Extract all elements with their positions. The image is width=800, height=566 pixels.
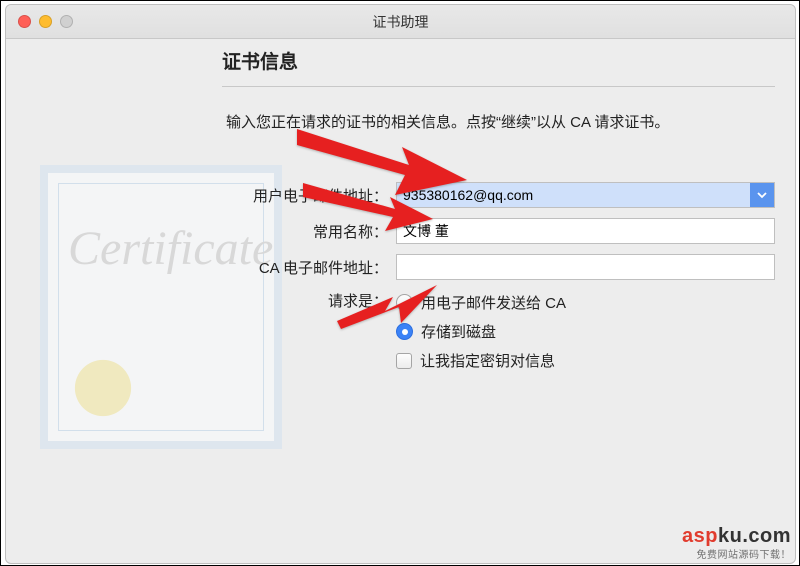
content-area: 证书信息 输入您正在请求的证书的相关信息。点按“继续”以从 CA 请求证书。 用… (222, 47, 775, 543)
arrow-annotation-3 (337, 281, 437, 329)
label-ca-email: CA 电子邮件地址： (222, 257, 396, 278)
arrow-annotation-2 (303, 183, 433, 231)
watermark-sub: 免费网站源码下载！ (682, 546, 791, 561)
combobox-chevron-button[interactable] (750, 183, 774, 207)
watermark-brand-c: .com (742, 525, 791, 547)
choice-specify-keypair[interactable]: 让我指定密钥对信息 (396, 350, 566, 371)
watermark: aspku.com 免费网站源码下载！ (682, 525, 791, 561)
page-heading: 证书信息 (222, 47, 775, 74)
common-name-input[interactable] (396, 218, 775, 244)
certificate-seal-icon (66, 351, 140, 425)
row-ca-email: CA 电子邮件地址： (222, 254, 775, 280)
choice-label: 让我指定密钥对信息 (420, 350, 555, 371)
watermark-brand-a: asp (682, 525, 718, 547)
row-request: 请求是： 用电子邮件发送给 CA 存储到磁盘 让我指定密钥对信息 (222, 290, 775, 371)
ca-email-input[interactable] (396, 254, 775, 280)
window-title: 证书助理 (6, 12, 795, 32)
choice-label: 用电子邮件发送给 CA (421, 292, 566, 313)
titlebar: 证书助理 (6, 5, 795, 39)
watermark-brand-b: ku (718, 525, 742, 547)
chevron-down-icon (757, 190, 767, 200)
checkbox-icon (396, 353, 412, 369)
